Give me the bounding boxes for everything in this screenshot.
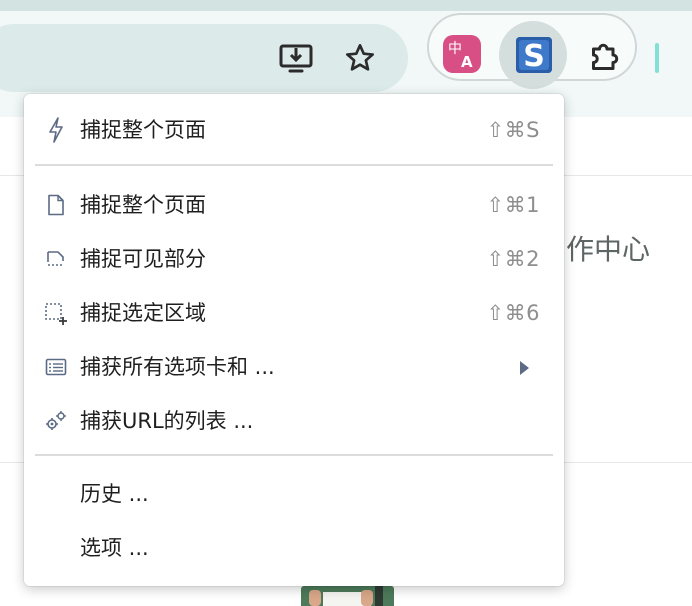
background-image	[301, 586, 394, 606]
visible-area-icon	[44, 247, 68, 271]
menu-item-shortcut: ⇧⌘1	[486, 193, 540, 217]
tabs-list-icon	[44, 355, 68, 379]
background-heading: 作中心	[566, 233, 651, 266]
menu-item-capture-visible[interactable]: 捕捉可见部分 ⇧⌘2	[24, 233, 564, 285]
menu-item-label: 捕获URL的列表 ...	[80, 409, 254, 433]
menu-item-label: 选项 ...	[80, 536, 149, 560]
menu-item-label: 捕捉整个页面	[80, 193, 206, 217]
menu-item-shortcut: ⇧⌘2	[486, 247, 540, 271]
submenu-arrow-icon	[520, 361, 529, 375]
menu-separator	[35, 454, 553, 456]
lightning-icon	[44, 117, 68, 143]
menu-item-options[interactable]: 选项 ...	[24, 522, 564, 574]
selection-icon	[44, 301, 68, 325]
menu-item-label: 捕获所有选项卡和 ...	[80, 355, 275, 379]
svg-text:A: A	[461, 53, 473, 71]
install-app-icon[interactable]	[278, 41, 314, 75]
menu-item-capture-selection[interactable]: 捕捉选定区域 ⇧⌘6	[24, 287, 564, 339]
menu-item-capture-full-page[interactable]: 捕捉整个页面 ⇧⌘1	[24, 179, 564, 231]
menu-separator	[35, 164, 553, 166]
menu-item-label: 捕捉可见部分	[80, 247, 206, 271]
s-logo-icon[interactable]: S	[516, 37, 552, 74]
gears-icon	[44, 409, 68, 433]
profile-indicator	[655, 43, 659, 73]
puzzle-icon[interactable]	[585, 39, 623, 77]
svg-text:中: 中	[448, 41, 462, 57]
menu-item-label: 捕捉整个页面	[80, 118, 206, 142]
svg-text:S: S	[523, 39, 545, 73]
capture-menu: 捕捉整个页面 ⇧⌘S 捕捉整个页面 ⇧⌘1 捕捉可见部分 ⇧⌘2 捕捉选定区域 …	[24, 94, 564, 586]
menu-item-capture-full-page-quick[interactable]: 捕捉整个页面 ⇧⌘S	[24, 104, 564, 156]
menu-item-capture-url-list[interactable]: 捕获URL的列表 ...	[24, 395, 564, 447]
page-icon	[44, 193, 68, 217]
star-icon[interactable]	[342, 41, 378, 75]
menu-item-capture-all-tabs[interactable]: 捕获所有选项卡和 ...	[24, 341, 564, 393]
menu-item-label: 捕捉选定区域	[80, 301, 206, 325]
window-top-strip	[0, 0, 692, 11]
menu-item-shortcut: ⇧⌘6	[486, 301, 540, 325]
menu-item-shortcut: ⇧⌘S	[486, 118, 540, 142]
menu-item-history[interactable]: 历史 ...	[24, 468, 564, 520]
translate-icon[interactable]: 中 A	[443, 35, 481, 73]
menu-item-label: 历史 ...	[80, 482, 149, 506]
